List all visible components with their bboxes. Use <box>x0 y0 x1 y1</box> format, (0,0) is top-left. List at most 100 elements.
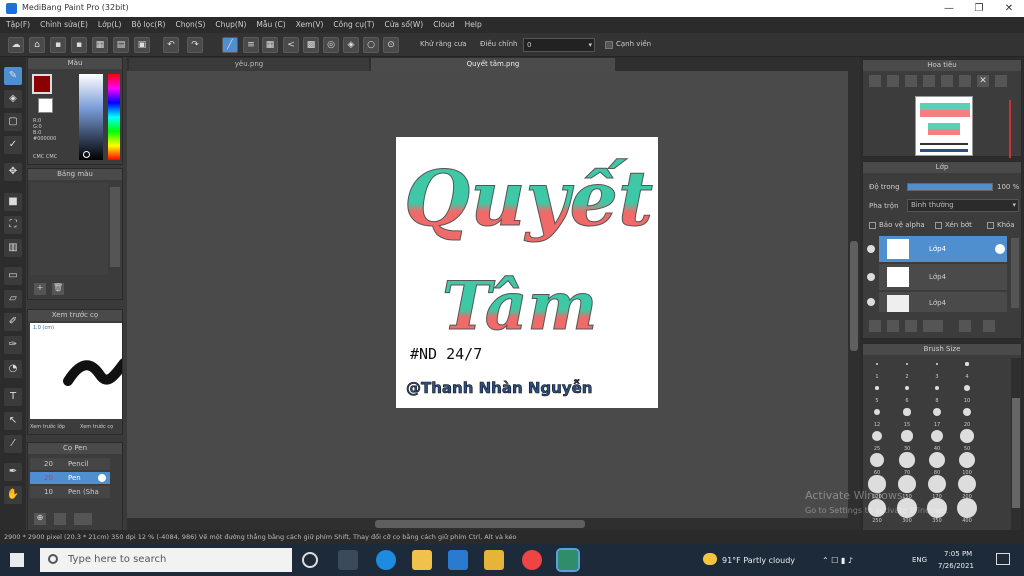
fill-rect-icon[interactable]: ■ <box>4 193 22 211</box>
divide-icon[interactable]: ◔ <box>4 360 22 378</box>
windows-start-icon[interactable] <box>10 553 24 567</box>
brush-size-option[interactable] <box>934 385 940 391</box>
layer-row-selected[interactable]: Lớp4 <box>879 236 1007 262</box>
snap-parallel-icon[interactable]: ≡ <box>243 37 259 53</box>
eye-icon[interactable] <box>867 298 875 306</box>
tray-icons[interactable]: ⌃ ☐ ▮ ♪ <box>822 556 853 565</box>
grid-icon[interactable]: ▦ <box>92 37 108 53</box>
eraser-tool-icon[interactable]: ◈ <box>4 90 22 108</box>
menu-cloud[interactable]: Cloud <box>429 17 458 33</box>
color-value-slider[interactable] <box>79 74 103 160</box>
snap-off-icon[interactable]: ╱ <box>222 37 238 53</box>
select-eraser-icon[interactable]: ✑ <box>4 336 22 354</box>
lock-checkbox[interactable] <box>987 222 994 229</box>
brush-item-selected[interactable]: 20 Pen <box>30 472 110 484</box>
eye-icon[interactable] <box>867 245 875 253</box>
brush-add-icon[interactable]: ⊕ <box>34 513 46 525</box>
background-color-swatch[interactable] <box>38 98 53 113</box>
brush-size-option[interactable] <box>933 408 941 416</box>
menu-select[interactable]: Chọn(S) <box>171 17 209 33</box>
brush-size-option[interactable] <box>957 474 977 494</box>
merge-layer-icon[interactable] <box>983 320 995 332</box>
text-tool-icon[interactable]: T <box>4 388 22 406</box>
menu-help[interactable]: Help <box>461 17 486 33</box>
clipping-checkbox[interactable] <box>935 222 942 229</box>
layer-settings-gear-icon[interactable] <box>995 244 1005 254</box>
menu-file[interactable]: Tập(F) <box>2 17 34 33</box>
file-explorer-icon[interactable] <box>412 550 432 570</box>
tab-quyet-tam[interactable]: Quyết tâm.png <box>371 58 615 71</box>
close-button[interactable]: ✕ <box>994 0 1024 17</box>
edge-browser-icon[interactable] <box>376 550 396 570</box>
brush-size-option[interactable] <box>965 362 969 366</box>
medibang-taskbar-icon[interactable] <box>556 548 580 572</box>
brush-item[interactable]: 20 Pencil <box>30 458 110 470</box>
brush-size-option[interactable] <box>873 408 881 416</box>
artwork-canvas[interactable]: Quyết Tâm #ND 24/7 @Thanh Nhàn Nguyễn <box>396 137 658 408</box>
brush-size-option[interactable] <box>962 407 972 417</box>
eye-icon[interactable] <box>867 273 875 281</box>
layout-icon[interactable]: ▤ <box>113 37 129 53</box>
settings-gear-icon[interactable] <box>98 474 106 482</box>
store-icon[interactable] <box>448 550 468 570</box>
eyedropper2-icon[interactable]: ✒ <box>4 463 22 481</box>
layer-row[interactable]: Lớp4 <box>879 292 1007 312</box>
minimize-button[interactable]: — <box>934 0 964 17</box>
menu-filter[interactable]: Bộ lọc(R) <box>127 17 169 33</box>
brush-size-option[interactable] <box>929 452 945 468</box>
vertical-scrollbar[interactable] <box>848 71 860 518</box>
scroll-thumb[interactable] <box>375 520 585 528</box>
brush-size-option[interactable] <box>960 429 974 443</box>
duplicate-layer-icon[interactable] <box>887 320 899 332</box>
snap-vanish-icon[interactable]: < <box>283 37 299 53</box>
undo-icon[interactable]: ↶ <box>163 37 179 53</box>
menu-window[interactable]: Cửa sổ(W) <box>380 17 427 33</box>
pen-tool-icon[interactable]: ✎ <box>4 67 22 85</box>
clock-time[interactable]: 7:05 PM <box>944 550 972 558</box>
menu-tools[interactable]: Công cụ(T) <box>329 17 378 33</box>
color-picker-handle[interactable] <box>83 151 90 158</box>
snap-circle-icon[interactable]: ◎ <box>323 37 339 53</box>
layer-row[interactable]: Lớp4 <box>879 264 1007 290</box>
brush-preview-tab[interactable]: Xem trước cọ <box>80 424 113 430</box>
cortana-icon[interactable] <box>302 552 318 568</box>
menu-view[interactable]: Xem(V) <box>292 17 328 33</box>
brush-size-scrollbar[interactable] <box>1011 358 1021 532</box>
taskbar-search-input[interactable]: Type here to search <box>40 548 292 572</box>
brush-size-option[interactable] <box>899 452 915 468</box>
gradient-tool-icon[interactable]: ▥ <box>4 239 22 257</box>
brush-size-option[interactable] <box>905 362 909 366</box>
snap-setting-icon[interactable]: ⊙ <box>383 37 399 53</box>
brush-size-option[interactable] <box>872 431 882 441</box>
select-pen-icon[interactable]: ✐ <box>4 313 22 331</box>
clock-date[interactable]: 7/26/2021 <box>938 562 974 570</box>
language-indicator[interactable]: ENG <box>912 556 927 564</box>
navigator-thumbnail[interactable] <box>915 96 973 156</box>
menu-template[interactable]: Mẫu (C) <box>252 17 289 33</box>
brush-size-option[interactable] <box>905 386 909 390</box>
magic-wand-icon[interactable]: ▱ <box>4 290 22 308</box>
menu-layer[interactable]: Lớp(L) <box>94 17 126 33</box>
move-tool-icon[interactable]: ✥ <box>4 163 22 181</box>
zoom-in-icon[interactable] <box>869 75 881 87</box>
hue-slider[interactable] <box>108 74 120 160</box>
snap-cross-icon[interactable]: ▦ <box>262 37 278 53</box>
palette-area[interactable] <box>30 183 108 275</box>
brush-size-option[interactable] <box>958 451 976 469</box>
blend-mode-select[interactable]: Bình thường ▾ <box>907 199 1019 212</box>
palette-scrollbar[interactable] <box>110 187 120 267</box>
layer-preview-tab[interactable]: Xem trước lớp <box>30 424 65 430</box>
brush-size-option[interactable] <box>928 475 946 493</box>
cloud-icon[interactable]: ☁ <box>8 37 24 53</box>
folder-icon[interactable] <box>959 320 971 332</box>
rotate-left-icon[interactable] <box>941 75 953 87</box>
folder-app-icon[interactable] <box>484 550 504 570</box>
foreground-color-swatch[interactable] <box>32 74 52 94</box>
brush-size-option[interactable] <box>935 362 939 366</box>
brush-size-option[interactable] <box>903 408 911 416</box>
eyedropper-icon[interactable]: ⁄ <box>4 435 22 453</box>
opacity-slider[interactable] <box>907 183 993 191</box>
hand-tool-icon[interactable]: ✋ <box>4 486 22 504</box>
tab-yeu[interactable]: yêu.png <box>129 58 369 71</box>
maximize-button[interactable]: ❐ <box>964 0 994 17</box>
